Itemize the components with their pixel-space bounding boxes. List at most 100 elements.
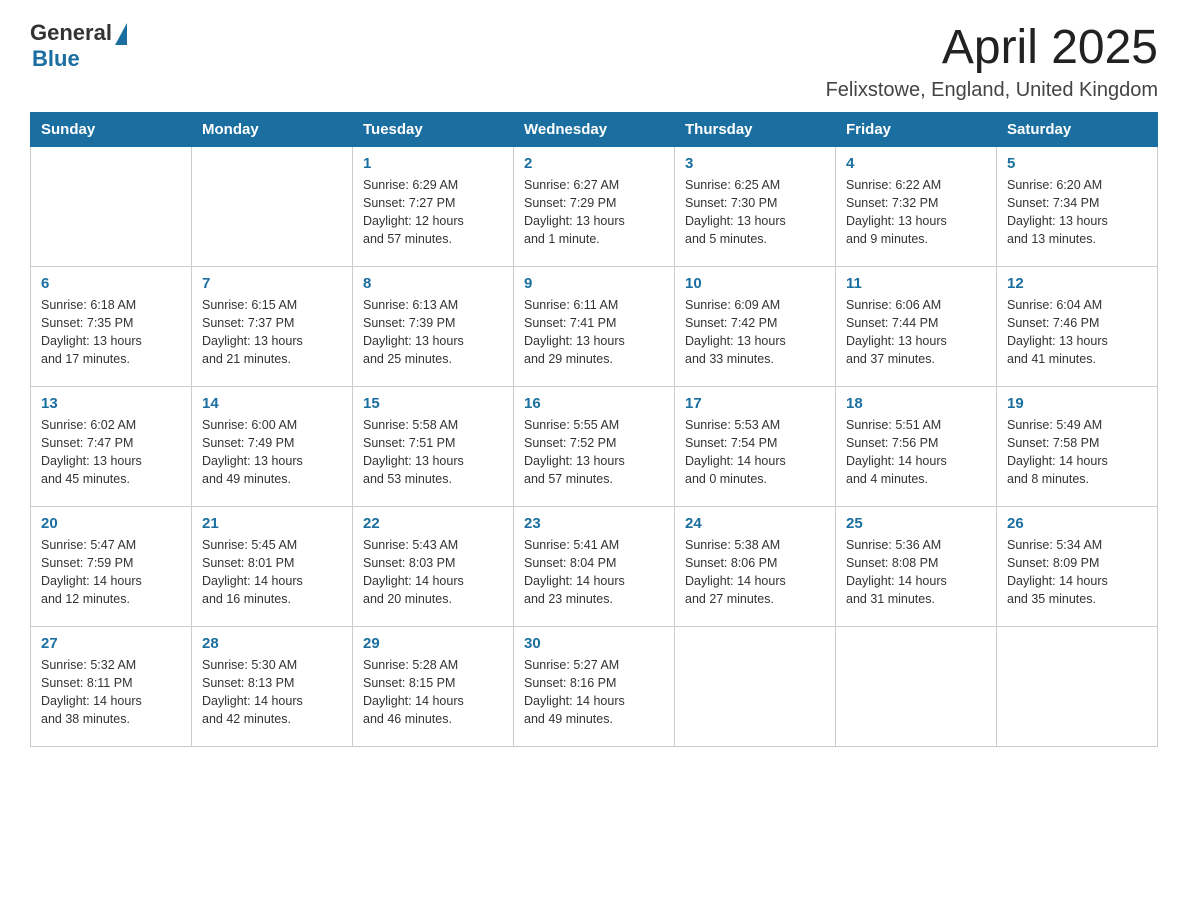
day-number: 8 bbox=[363, 275, 503, 292]
day-info: Sunrise: 5:51 AMSunset: 7:56 PMDaylight:… bbox=[846, 416, 986, 489]
calendar-cell: 20 Sunrise: 5:47 AMSunset: 7:59 PMDayligh… bbox=[31, 507, 192, 627]
day-info: Sunrise: 6:11 AMSunset: 7:41 PMDaylight:… bbox=[524, 296, 664, 369]
logo: General Blue bbox=[30, 20, 127, 72]
day-number: 9 bbox=[524, 275, 664, 292]
day-info: Sunrise: 5:49 AMSunset: 7:58 PMDaylight:… bbox=[1007, 416, 1147, 489]
day-info: Sunrise: 5:53 AMSunset: 7:54 PMDaylight:… bbox=[685, 416, 825, 489]
day-number: 24 bbox=[685, 515, 825, 532]
calendar-day-header: Monday bbox=[192, 113, 353, 147]
calendar-cell: 26 Sunrise: 5:34 AMSunset: 8:09 PMDayligh… bbox=[997, 507, 1158, 627]
day-info: Sunrise: 6:13 AMSunset: 7:39 PMDaylight:… bbox=[363, 296, 503, 369]
calendar-day-header: Friday bbox=[836, 113, 997, 147]
day-number: 17 bbox=[685, 395, 825, 412]
calendar-cell: 21Sunrise: 5:45 AMSunset: 8:01 PMDayligh… bbox=[192, 507, 353, 627]
calendar-cell: 25 Sunrise: 5:36 AMSunset: 8:08 PMDayligh… bbox=[836, 507, 997, 627]
calendar-cell: 4Sunrise: 6:22 AMSunset: 7:32 PMDaylight… bbox=[836, 147, 997, 267]
day-info: Sunrise: 5:34 AMSunset: 8:09 PMDaylight:… bbox=[1007, 536, 1147, 609]
day-number: 20 bbox=[41, 515, 181, 532]
calendar-day-header: Thursday bbox=[675, 113, 836, 147]
calendar-day-header: Saturday bbox=[997, 113, 1158, 147]
day-info: Sunrise: 5:36 AMSunset: 8:08 PMDaylight:… bbox=[846, 536, 986, 609]
calendar-cell: 2Sunrise: 6:27 AMSunset: 7:29 PMDaylight… bbox=[514, 147, 675, 267]
calendar-cell bbox=[192, 147, 353, 267]
page-header: General Blue April 2025 Felixstowe, Engl… bbox=[30, 20, 1158, 102]
calendar-cell: 5 Sunrise: 6:20 AMSunset: 7:34 PMDaylight… bbox=[997, 147, 1158, 267]
calendar-cell: 8 Sunrise: 6:13 AMSunset: 7:39 PMDaylight… bbox=[353, 267, 514, 387]
day-info: Sunrise: 5:38 AMSunset: 8:06 PMDaylight:… bbox=[685, 536, 825, 609]
day-number: 3 bbox=[685, 155, 825, 172]
calendar-cell: 10 Sunrise: 6:09 AMSunset: 7:42 PMDayligh… bbox=[675, 267, 836, 387]
day-info: Sunrise: 5:32 AMSunset: 8:11 PMDaylight:… bbox=[41, 656, 181, 729]
calendar-cell: 30 Sunrise: 5:27 AMSunset: 8:16 PMDayligh… bbox=[514, 627, 675, 747]
calendar-week-row: 20 Sunrise: 5:47 AMSunset: 7:59 PMDayligh… bbox=[31, 507, 1158, 627]
calendar-cell bbox=[31, 147, 192, 267]
day-number: 12 bbox=[1007, 275, 1147, 292]
day-number: 19 bbox=[1007, 395, 1147, 412]
day-number: 25 bbox=[846, 515, 986, 532]
day-number: 29 bbox=[363, 635, 503, 652]
day-info: Sunrise: 6:29 AMSunset: 7:27 PMDaylight:… bbox=[363, 176, 503, 249]
calendar-cell: 29 Sunrise: 5:28 AMSunset: 8:15 PMDayligh… bbox=[353, 627, 514, 747]
calendar-cell: 22 Sunrise: 5:43 AMSunset: 8:03 PMDayligh… bbox=[353, 507, 514, 627]
day-info: Sunrise: 6:09 AMSunset: 7:42 PMDaylight:… bbox=[685, 296, 825, 369]
calendar-cell: 18 Sunrise: 5:51 AMSunset: 7:56 PMDayligh… bbox=[836, 387, 997, 507]
calendar-week-row: 27 Sunrise: 5:32 AMSunset: 8:11 PMDayligh… bbox=[31, 627, 1158, 747]
calendar-cell: 23 Sunrise: 5:41 AMSunset: 8:04 PMDayligh… bbox=[514, 507, 675, 627]
calendar-cell: 14 Sunrise: 6:00 AMSunset: 7:49 PMDayligh… bbox=[192, 387, 353, 507]
day-number: 7 bbox=[202, 275, 342, 292]
day-number: 27 bbox=[41, 635, 181, 652]
calendar-day-header: Sunday bbox=[31, 113, 192, 147]
day-number: 5 bbox=[1007, 155, 1147, 172]
calendar-cell bbox=[997, 627, 1158, 747]
day-info: Sunrise: 6:06 AMSunset: 7:44 PMDaylight:… bbox=[846, 296, 986, 369]
calendar-day-header: Tuesday bbox=[353, 113, 514, 147]
day-number: 10 bbox=[685, 275, 825, 292]
day-info: Sunrise: 6:02 AMSunset: 7:47 PMDaylight:… bbox=[41, 416, 181, 489]
day-number: 13 bbox=[41, 395, 181, 412]
day-number: 16 bbox=[524, 395, 664, 412]
calendar-day-header: Wednesday bbox=[514, 113, 675, 147]
title-section: April 2025 Felixstowe, England, United K… bbox=[826, 20, 1158, 102]
logo-blue-text: Blue bbox=[32, 46, 80, 72]
calendar-week-row: 13 Sunrise: 6:02 AMSunset: 7:47 PMDayligh… bbox=[31, 387, 1158, 507]
day-info: Sunrise: 5:30 AMSunset: 8:13 PMDaylight:… bbox=[202, 656, 342, 729]
calendar-week-row: 6 Sunrise: 6:18 AMSunset: 7:35 PMDaylight… bbox=[31, 267, 1158, 387]
calendar-cell: 11 Sunrise: 6:06 AMSunset: 7:44 PMDayligh… bbox=[836, 267, 997, 387]
day-info: Sunrise: 6:18 AMSunset: 7:35 PMDaylight:… bbox=[41, 296, 181, 369]
calendar-cell: 3 Sunrise: 6:25 AMSunset: 7:30 PMDaylight… bbox=[675, 147, 836, 267]
day-number: 1 bbox=[363, 155, 503, 172]
day-info: Sunrise: 6:15 AMSunset: 7:37 PMDaylight:… bbox=[202, 296, 342, 369]
calendar-cell: 16 Sunrise: 5:55 AMSunset: 7:52 PMDayligh… bbox=[514, 387, 675, 507]
day-number: 11 bbox=[846, 275, 986, 292]
calendar-cell: 12 Sunrise: 6:04 AMSunset: 7:46 PMDayligh… bbox=[997, 267, 1158, 387]
day-info: Sunrise: 6:00 AMSunset: 7:49 PMDaylight:… bbox=[202, 416, 342, 489]
day-info: Sunrise: 5:55 AMSunset: 7:52 PMDaylight:… bbox=[524, 416, 664, 489]
subtitle: Felixstowe, England, United Kingdom bbox=[826, 79, 1158, 102]
day-number: 6 bbox=[41, 275, 181, 292]
calendar-body: 1 Sunrise: 6:29 AMSunset: 7:27 PMDaylight… bbox=[31, 147, 1158, 747]
day-info: Sunrise: 6:20 AMSunset: 7:34 PMDaylight:… bbox=[1007, 176, 1147, 249]
day-info: Sunrise: 5:28 AMSunset: 8:15 PMDaylight:… bbox=[363, 656, 503, 729]
calendar-cell bbox=[675, 627, 836, 747]
day-info: Sunrise: 5:41 AMSunset: 8:04 PMDaylight:… bbox=[524, 536, 664, 609]
day-number: 22 bbox=[363, 515, 503, 532]
day-number: 26 bbox=[1007, 515, 1147, 532]
calendar-cell: 7 Sunrise: 6:15 AMSunset: 7:37 PMDaylight… bbox=[192, 267, 353, 387]
day-info: Sunrise: 6:25 AMSunset: 7:30 PMDaylight:… bbox=[685, 176, 825, 249]
day-info: Sunrise: 5:43 AMSunset: 8:03 PMDaylight:… bbox=[363, 536, 503, 609]
day-info: Sunrise: 5:47 AMSunset: 7:59 PMDaylight:… bbox=[41, 536, 181, 609]
calendar-cell: 19 Sunrise: 5:49 AMSunset: 7:58 PMDayligh… bbox=[997, 387, 1158, 507]
day-number: 23 bbox=[524, 515, 664, 532]
day-number: 30 bbox=[524, 635, 664, 652]
day-number: 18 bbox=[846, 395, 986, 412]
day-info: Sunrise: 5:27 AMSunset: 8:16 PMDaylight:… bbox=[524, 656, 664, 729]
day-number: 14 bbox=[202, 395, 342, 412]
day-info: Sunrise: 6:04 AMSunset: 7:46 PMDaylight:… bbox=[1007, 296, 1147, 369]
calendar-week-row: 1 Sunrise: 6:29 AMSunset: 7:27 PMDaylight… bbox=[31, 147, 1158, 267]
calendar-table: SundayMondayTuesdayWednesdayThursdayFrid… bbox=[30, 112, 1158, 747]
day-number: 21 bbox=[202, 515, 342, 532]
calendar-cell: 28Sunrise: 5:30 AMSunset: 8:13 PMDayligh… bbox=[192, 627, 353, 747]
calendar-cell bbox=[836, 627, 997, 747]
day-number: 4 bbox=[846, 155, 986, 172]
main-title: April 2025 bbox=[826, 20, 1158, 75]
